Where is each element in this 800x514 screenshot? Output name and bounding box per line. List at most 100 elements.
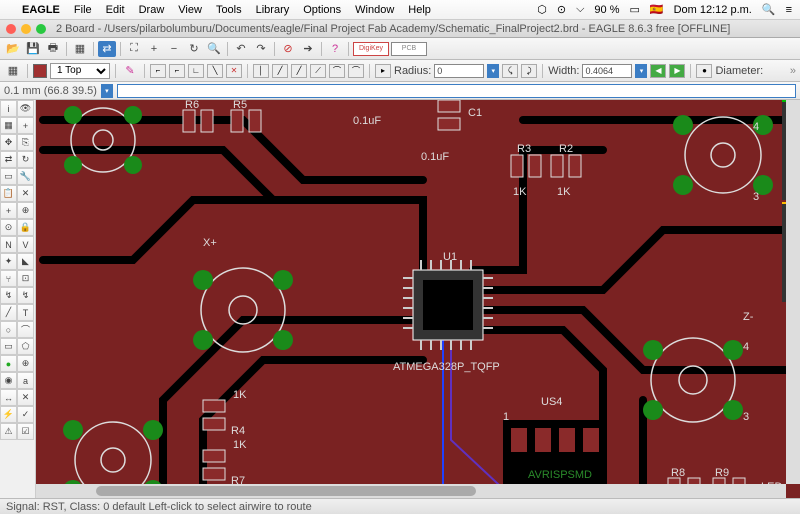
text-tool[interactable]: T [17,304,34,321]
app-menu[interactable]: EAGLE [22,4,60,16]
mirror-tool[interactable]: ⇄ [0,151,17,168]
zoom-out-button[interactable]: − [165,41,183,57]
redo-button[interactable]: ↷ [252,41,270,57]
optimize-tool[interactable]: ⊡ [17,270,34,287]
name-tool[interactable]: N [0,236,17,253]
group-tool[interactable]: ▭ [0,168,17,185]
inc-button[interactable]: ◀ [650,64,666,78]
radius-input[interactable]: 0 [434,64,484,78]
circle-tool[interactable]: ○ [0,321,17,338]
spotlight-icon[interactable]: 🔍 [762,3,776,16]
wire-free-icon[interactable]: ⟋ [310,64,326,78]
rotate-tool[interactable]: ↻ [17,151,34,168]
auto-tool[interactable]: ⚡ [0,406,17,423]
print-button[interactable]: 🖶 [44,41,62,57]
wire-45-icon[interactable]: ╱ [272,64,288,78]
bend-style-4[interactable]: ✕ [226,64,242,78]
dec-button[interactable]: ▶ [669,64,685,78]
board-canvas[interactable]: C1 0.1uF 0.1uF R3 R2 1K 1K R6 R5 X+ Z- 1… [36,100,800,498]
menu-draw[interactable]: Draw [139,4,165,16]
board-schematic-toggle[interactable]: ⇄ [98,41,116,57]
battery-percent[interactable]: 90 % [594,4,619,16]
zoom-fit-button[interactable]: ⛶ [125,41,143,57]
zoom-in-button[interactable]: + [145,41,163,57]
erc-tool[interactable]: ✓ [17,406,34,423]
display-tool[interactable]: ▦ [0,117,17,134]
paste-tool[interactable]: 📋 [0,185,17,202]
rect-tool[interactable]: ▭ [0,338,17,355]
layer-select[interactable]: 1 Top [50,63,110,79]
wire-tool[interactable]: ╱ [0,304,17,321]
more-arrow-icon[interactable]: » [790,65,796,77]
zoom-redraw-button[interactable]: ↻ [185,41,203,57]
miter-tool[interactable]: ◣ [17,253,34,270]
change-tool[interactable]: 🔧 [17,168,34,185]
command-input[interactable] [117,84,796,98]
vertical-scrollbar[interactable] [786,100,800,484]
wire-straight-icon[interactable]: │ [253,64,269,78]
help-button[interactable]: ? [326,41,344,57]
value-tool[interactable]: V [17,236,34,253]
battery-icon[interactable]: ▭ [630,3,640,16]
errors-tool[interactable]: ⚠ [0,423,17,440]
polygon-tool[interactable]: ⬠ [17,338,34,355]
replace-tool[interactable]: ⊙ [0,219,17,236]
menu-file[interactable]: File [74,4,92,16]
wifi-icon[interactable]: ⊙ [557,3,566,16]
signal-tool[interactable]: ⊕ [17,355,34,372]
grid-button[interactable]: ▦ [4,63,22,79]
via-tool[interactable]: ● [0,355,17,372]
split-tool[interactable]: ⑂ [0,270,17,287]
bend-style-0[interactable]: ⌐ [150,64,166,78]
bend-style-2[interactable]: ∟ [188,64,204,78]
eyedropper-icon[interactable]: ✎ [121,63,139,79]
menu-tools[interactable]: Tools [216,4,242,16]
save-button[interactable]: 💾 [24,41,42,57]
menu-window[interactable]: Window [355,4,394,16]
pinswap-tool[interactable]: ⊕ [17,202,34,219]
bend-style-1[interactable]: ⌐ [169,64,185,78]
horizontal-scrollbar[interactable] [36,484,786,498]
via-round-icon[interactable]: ● [696,64,712,78]
close-window-button[interactable] [6,24,16,34]
route-tool[interactable]: ↯ [0,287,17,304]
menu-help[interactable]: Help [408,4,431,16]
dimension-tool[interactable]: ↔ [0,389,17,406]
cancel-button[interactable]: ⊘ [279,41,297,57]
arc-tool[interactable]: ⌒ [17,321,34,338]
radius-dropdown[interactable]: ▾ [487,64,499,78]
move-tool[interactable]: ✥ [0,134,17,151]
show-tool[interactable]: 👁 [17,100,34,117]
menu-view[interactable]: View [178,4,202,16]
copy-tool[interactable]: ⎘ [17,134,34,151]
clock[interactable]: Dom 12:12 p.m. [674,4,752,16]
menu-edit[interactable]: Edit [106,4,125,16]
zoom-select-button[interactable]: 🔍 [205,41,223,57]
notifications-icon[interactable]: ≡ [786,4,792,16]
arc-cw-icon[interactable]: ⤹ [502,64,518,78]
add-tool[interactable]: + [0,202,17,219]
bend-style-3[interactable]: ╲ [207,64,223,78]
wire-angle-icon[interactable]: ╱ [291,64,307,78]
open-button[interactable]: 📂 [4,41,22,57]
minimize-window-button[interactable] [21,24,31,34]
drc-tool[interactable]: ☑ [17,423,34,440]
wire-arc-icon[interactable]: ⌒ [329,64,345,78]
menu-library[interactable]: Library [256,4,290,16]
layer-color-swatch[interactable] [33,64,47,78]
ratsnest-tool[interactable]: ✕ [17,389,34,406]
width-dropdown[interactable]: ▾ [635,64,647,78]
go-button[interactable]: ➔ [299,41,317,57]
hole-tool[interactable]: ◉ [0,372,17,389]
undo-button[interactable]: ↶ [232,41,250,57]
delete-tool[interactable]: ✕ [17,185,34,202]
miter-icon[interactable]: ▸ [375,64,391,78]
coord-dropdown[interactable]: ▾ [101,84,113,98]
dropbox-icon[interactable]: ⬡ [537,3,547,16]
mark-tool[interactable]: + [17,117,34,134]
ripup-tool[interactable]: ↯ [17,287,34,304]
width-input[interactable]: 0.4064 [582,64,632,78]
smash-tool[interactable]: ✦ [0,253,17,270]
info-tool[interactable]: i [0,100,17,117]
arc-ccw-icon[interactable]: ⤸ [521,64,537,78]
